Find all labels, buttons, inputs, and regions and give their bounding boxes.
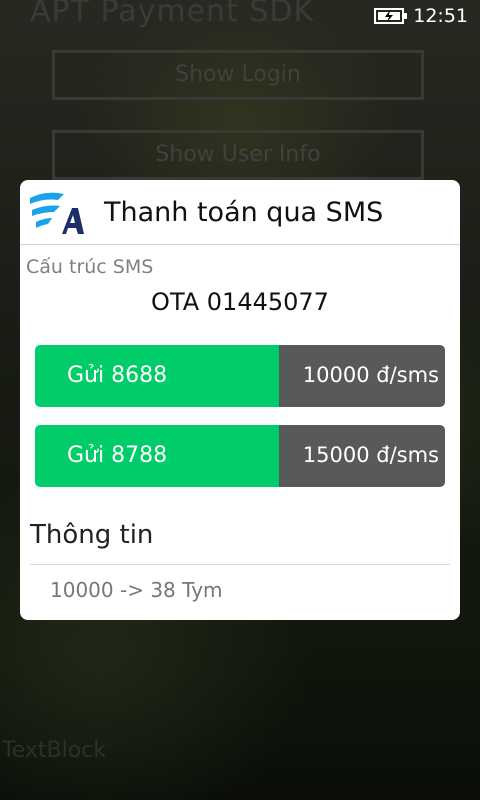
battery-charging-icon <box>374 8 407 24</box>
sms-code-text: OTA 01445077 <box>151 288 329 316</box>
send-button-price: 15000 đ/sms <box>302 443 439 467</box>
send-button-price: 10000 đ/sms <box>302 363 439 387</box>
status-bar: 12:51 <box>0 0 480 32</box>
info-divider <box>30 564 450 565</box>
dialog-title: Thanh toán qua SMS <box>104 197 384 228</box>
dialog-header: Thanh toán qua SMS <box>20 180 460 245</box>
info-conversion-text: 10000 -> 38 Tym <box>50 578 223 602</box>
info-section-title: Thông tin <box>30 520 154 550</box>
send-8688-button[interactable]: Gửi 8688 10000 đ/sms <box>35 345 445 407</box>
app-logo-icon <box>30 192 84 234</box>
sms-payment-dialog: Thanh toán qua SMS Cấu trúc SMS OTA 0144… <box>20 180 460 620</box>
send-8788-button[interactable]: Gửi 8788 15000 đ/sms <box>35 425 445 487</box>
status-time: 12:51 <box>413 5 468 27</box>
sms-structure-label: Cấu trúc SMS <box>26 256 154 278</box>
send-button-label: Gửi 8788 <box>67 443 168 468</box>
send-button-label: Gửi 8688 <box>67 363 168 388</box>
